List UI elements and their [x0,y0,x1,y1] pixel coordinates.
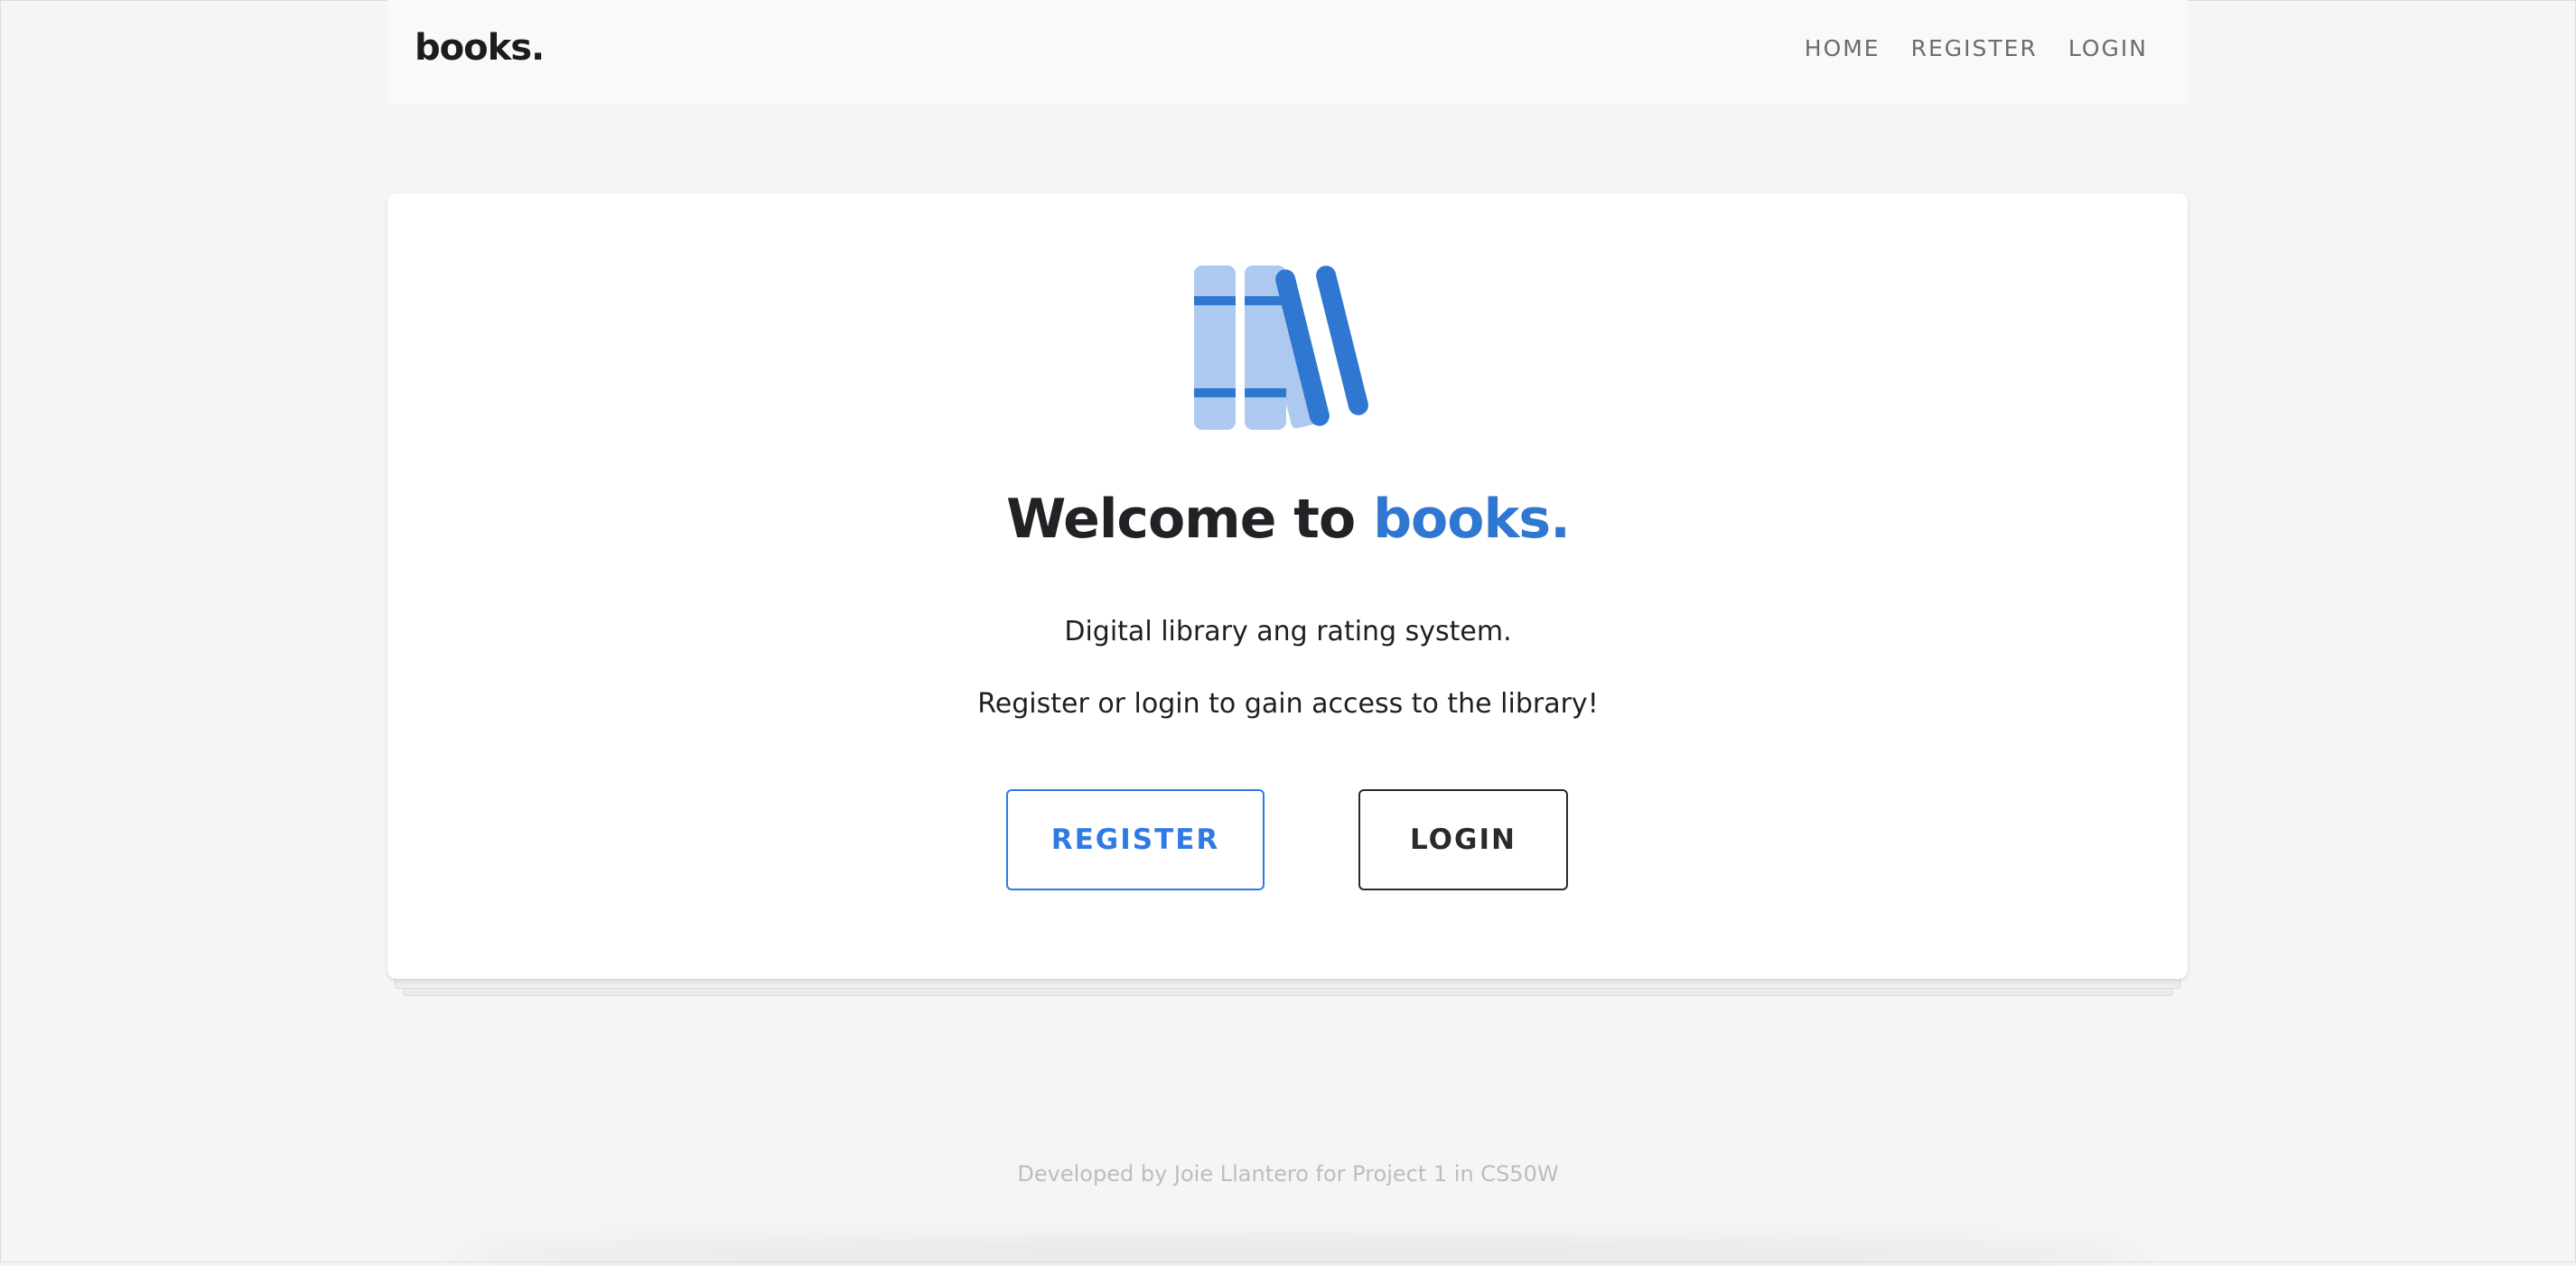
book-1-band-bottom [1194,388,1236,397]
login-button[interactable]: LOGIN [1358,789,1568,890]
book-1 [1194,265,1236,430]
brand-logo[interactable]: books. [415,27,545,69]
register-button[interactable]: REGISTER [1006,789,1265,890]
welcome-heading: Welcome to books. [0,488,2576,551]
book-1-band-top [1194,296,1236,305]
top-navbar: books. HOME REGISTER LOGIN [387,0,2188,103]
footer-credit: Developed by Joie Llantero for Project 1… [1017,1161,1559,1187]
nav-link-register[interactable]: REGISTER [1911,35,2038,61]
welcome-heading-prefix: Welcome to [1006,488,1374,551]
nav-link-home[interactable]: HOME [1805,35,1881,61]
books-icon [1194,265,1368,430]
welcome-heading-brand: books. [1373,488,1571,551]
book-2-band-bottom [1245,388,1286,397]
subtitle-text: Digital library ang rating system. [1064,616,1512,647]
nav-links: HOME REGISTER LOGIN [1805,35,2148,61]
cta-text: Register or login to gain access to the … [977,688,1599,720]
nav-link-login[interactable]: LOGIN [2068,35,2148,61]
